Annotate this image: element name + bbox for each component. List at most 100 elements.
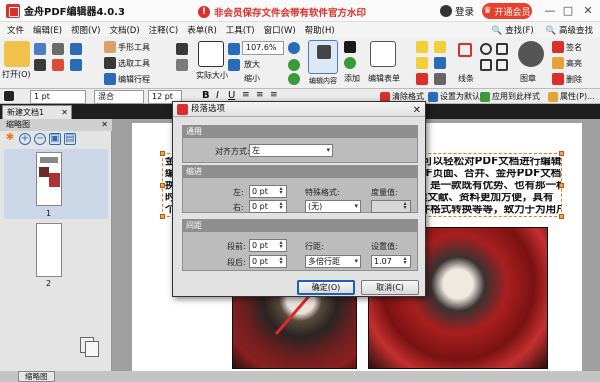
amount-input[interactable]: ▴ ▾ xyxy=(371,200,411,213)
zoom-out-button[interactable]: 缩小 xyxy=(244,73,260,84)
undo-icon[interactable] xyxy=(70,43,82,55)
space-after-input[interactable]: 0 pt ▴ ▾ xyxy=(249,255,287,268)
crop-icon[interactable] xyxy=(176,59,188,71)
align-right-icon[interactable]: ≡ xyxy=(270,90,278,100)
document-tab[interactable]: 新建文档1 ✕ xyxy=(2,105,72,119)
menu-file[interactable]: 文件 xyxy=(4,24,27,36)
edit-object-button[interactable]: 编辑行程 xyxy=(104,73,150,85)
bold-icon[interactable]: B xyxy=(202,90,210,101)
highlight-button[interactable]: 高亮 xyxy=(552,57,582,69)
zoom-combo[interactable]: 107.6% xyxy=(242,41,284,55)
stamp-icon[interactable] xyxy=(518,41,544,67)
maximize-button[interactable]: □ xyxy=(560,3,576,19)
folder-open-icon[interactable] xyxy=(4,41,30,67)
callout-icon[interactable] xyxy=(434,57,446,69)
menu-window[interactable]: 窗口(W) xyxy=(261,24,299,36)
page-thumbnail-1[interactable] xyxy=(36,152,62,206)
resize-handle[interactable] xyxy=(559,214,564,219)
cloud-icon[interactable] xyxy=(496,59,508,71)
tab-close-icon[interactable]: ✕ xyxy=(61,106,68,119)
menu-edit[interactable]: 编辑(E) xyxy=(30,24,65,36)
right-indent-input[interactable]: 0 pt ▴ ▾ xyxy=(249,200,287,213)
menu-comment[interactable]: 注释(C) xyxy=(146,24,182,36)
spinner-icon[interactable]: ▴ ▾ xyxy=(277,186,285,196)
text-note-icon[interactable] xyxy=(434,41,446,53)
spinner-icon[interactable]: ▴ ▾ xyxy=(277,256,285,266)
polygon-icon[interactable] xyxy=(480,59,492,71)
add-icon[interactable] xyxy=(344,57,356,69)
redo-icon[interactable] xyxy=(70,59,82,71)
set-default-button[interactable]: 设置为默认 xyxy=(428,91,480,102)
color-swatch[interactable] xyxy=(4,91,14,101)
signature-button[interactable]: 签名 xyxy=(552,41,582,53)
zoom-in-circle-icon[interactable] xyxy=(288,42,300,54)
spinner-icon[interactable]: ▴ ▾ xyxy=(277,201,285,211)
actual-size-icon[interactable] xyxy=(198,41,224,67)
menu-document[interactable]: 文档(D) xyxy=(106,24,142,36)
menu-form[interactable]: 表单(R) xyxy=(184,24,220,36)
find-button[interactable]: 🔍 查找(F) xyxy=(489,24,537,36)
menu-view[interactable]: 视图(V) xyxy=(68,24,103,36)
ok-button[interactable]: 确定(O) xyxy=(297,280,355,295)
comment-icon[interactable] xyxy=(416,57,428,69)
minimize-button[interactable]: — xyxy=(542,3,558,19)
rectangle-icon[interactable] xyxy=(496,43,508,55)
fit-page-icon[interactable] xyxy=(228,43,240,55)
resize-handle[interactable] xyxy=(160,151,165,156)
ellipse-icon[interactable] xyxy=(480,43,492,55)
special-format-select[interactable]: (无) ▾ xyxy=(305,200,361,213)
pages-stack-icon[interactable] xyxy=(80,337,100,357)
spinner-icon[interactable]: ▴ ▾ xyxy=(401,201,409,211)
print-icon[interactable] xyxy=(34,59,46,71)
strikeout-button[interactable]: 删除 xyxy=(552,73,582,85)
page-thumbnail-2[interactable] xyxy=(36,223,62,277)
edit-content-button[interactable] xyxy=(308,40,338,74)
align-left-icon[interactable]: ≡ xyxy=(242,90,250,100)
zoom-out-thumb-icon[interactable]: − xyxy=(34,133,46,145)
thumb-delete-icon[interactable]: ▤ xyxy=(64,133,76,145)
panel-close-icon[interactable]: ✕ xyxy=(101,119,108,131)
space-before-input[interactable]: 0 pt ▴ ▾ xyxy=(249,239,287,252)
align-center-icon[interactable]: ≡ xyxy=(256,90,264,100)
vip-button[interactable]: ♛ 开通会员 xyxy=(482,3,532,19)
resize-handle[interactable] xyxy=(160,183,165,188)
set-value-input[interactable]: 1.07 ▴ ▾ xyxy=(371,255,411,268)
dialog-close-button[interactable]: ✕ xyxy=(413,103,421,118)
italic-icon[interactable]: I xyxy=(216,90,219,101)
close-button[interactable]: ✕ xyxy=(580,3,596,19)
rotate-back-icon[interactable] xyxy=(288,73,300,85)
underline-icon[interactable]: U xyxy=(228,90,235,101)
blend-mode-combo[interactable]: 混合 xyxy=(94,90,144,104)
menu-tools[interactable]: 工具(T) xyxy=(223,24,258,36)
spinner-icon[interactable]: ▴ ▾ xyxy=(277,240,285,250)
text-box-icon[interactable] xyxy=(416,41,428,53)
align-select[interactable]: 左 ▾ xyxy=(249,144,333,157)
resize-handle[interactable] xyxy=(559,183,564,188)
edit-form-icon[interactable] xyxy=(370,41,396,67)
email-icon[interactable] xyxy=(52,59,64,71)
zoom-in-button[interactable]: 放大 xyxy=(244,59,260,70)
resize-handle[interactable] xyxy=(559,151,564,156)
hand-tool-button[interactable]: 手形工具 xyxy=(104,41,150,53)
line-spacing-select[interactable]: 多倍行距 ▾ xyxy=(305,255,361,268)
resize-handle[interactable] xyxy=(160,214,165,219)
text-tool-icon[interactable] xyxy=(344,41,356,53)
gear-icon[interactable]: ✱ xyxy=(4,133,16,145)
select-tool-button[interactable]: 选取工具 xyxy=(104,57,150,69)
cancel-button[interactable]: 取消(C) xyxy=(361,280,419,295)
attach-icon[interactable] xyxy=(416,73,428,85)
menu-help[interactable]: 帮助(H) xyxy=(302,24,338,36)
zoom-in-thumb-icon[interactable]: + xyxy=(19,133,31,145)
fit-width-icon[interactable] xyxy=(228,59,240,71)
thumb-option-icon[interactable]: ▣ xyxy=(49,133,61,145)
camera-icon[interactable] xyxy=(176,43,188,55)
left-indent-input[interactable]: 0 pt ▴ ▾ xyxy=(249,185,287,198)
save-icon[interactable] xyxy=(52,43,64,55)
bottom-thumbnail-tab[interactable]: 缩略图 xyxy=(18,371,55,382)
apply-style-button[interactable]: 应用到此样式 xyxy=(480,91,540,102)
line-icon[interactable] xyxy=(458,43,472,57)
spinner-icon[interactable]: ▴ ▾ xyxy=(401,256,409,266)
new-icon[interactable] xyxy=(34,43,46,55)
rotate-icon[interactable] xyxy=(288,59,300,71)
sound-icon[interactable] xyxy=(434,73,446,85)
